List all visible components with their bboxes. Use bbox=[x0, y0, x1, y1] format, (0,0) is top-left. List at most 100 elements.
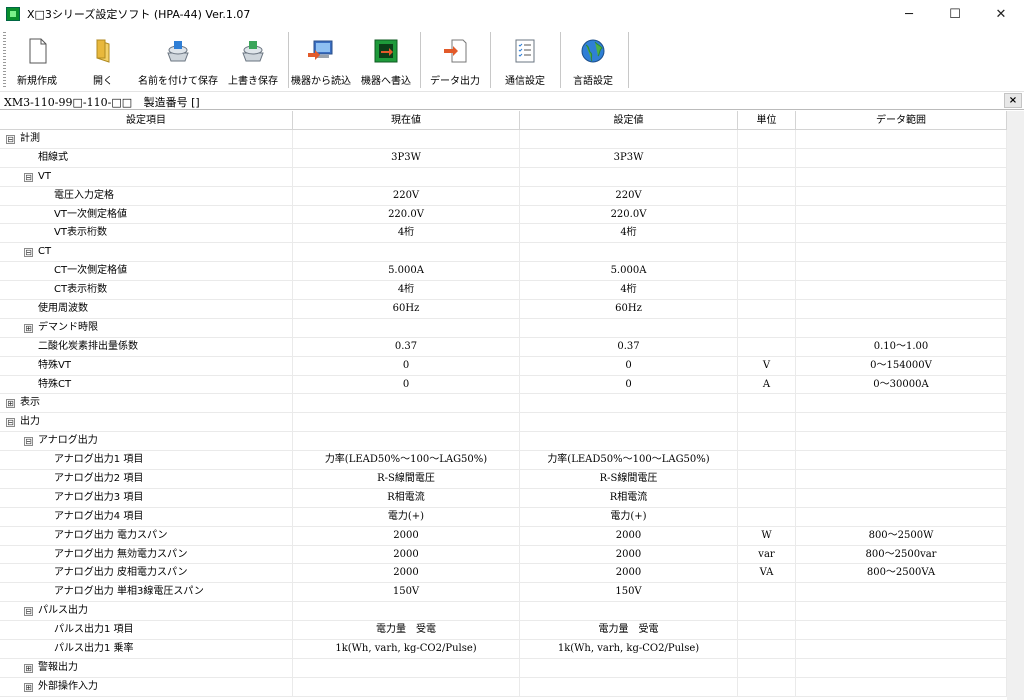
setting-name: 相線式 bbox=[38, 151, 68, 163]
setting-name-cell: 二酸化炭素排出量係数 bbox=[0, 337, 293, 356]
unit-cell: var bbox=[738, 545, 796, 564]
grid-row[interactable]: ⊟ 計測 bbox=[0, 130, 1024, 149]
collapse-icon[interactable]: ⊟ bbox=[24, 248, 33, 258]
grid-row[interactable]: VT表示桁数 4桁 4桁 bbox=[0, 224, 1024, 244]
grid-row[interactable]: VT一次側定格値 220.0V 220.0V bbox=[0, 205, 1024, 225]
setting-value-cell[interactable]: 4桁 bbox=[520, 281, 738, 300]
read-from-device-button[interactable]: 機器から読込 bbox=[290, 28, 352, 92]
setting-value-cell[interactable]: 5.000A bbox=[520, 262, 738, 281]
communication-settings-button[interactable]: 通信設定 bbox=[500, 28, 550, 92]
expand-icon[interactable]: ⊞ bbox=[24, 323, 33, 333]
setting-name-cell: パルス出力1 乗率 bbox=[0, 640, 293, 658]
setting-name-cell: ⊟ アナログ出力 bbox=[0, 432, 293, 451]
collapse-icon[interactable]: ⊟ bbox=[24, 437, 33, 447]
setting-value-cell[interactable]: 1k(Wh, varh, kg-CO2/Pulse) bbox=[520, 640, 738, 658]
grid-row[interactable]: ⊞ デマンド時限 bbox=[0, 318, 1024, 338]
grid-row[interactable]: ⊟ 出力 bbox=[0, 413, 1024, 433]
collapse-icon[interactable]: ⊟ bbox=[6, 418, 15, 428]
open-label: 開く bbox=[93, 76, 113, 87]
grid-row[interactable]: CT一次側定格値 5.000A 5.000A bbox=[0, 262, 1024, 282]
collapse-icon[interactable]: ⊟ bbox=[24, 172, 33, 182]
column-header-range[interactable]: データ範囲 bbox=[796, 111, 1007, 130]
new-button[interactable]: 新規作成 bbox=[14, 28, 60, 92]
grid-row[interactable]: ⊞ 外部操作入力 bbox=[0, 677, 1024, 697]
column-header-item[interactable]: 設定項目 bbox=[0, 111, 293, 130]
current-value-cell: 4桁 bbox=[293, 281, 520, 300]
device-close-button[interactable]: × bbox=[1004, 93, 1022, 108]
grid-row[interactable]: パルス出力1 項目 電力量 受電 電力量 受電 bbox=[0, 621, 1024, 641]
close-button[interactable]: ✕ bbox=[978, 0, 1024, 28]
setting-name: 使用周波数 bbox=[38, 303, 88, 315]
grid-row[interactable]: アナログ出力3 項目 R相電流 R相電流 bbox=[0, 488, 1024, 508]
setting-value-cell[interactable]: 60Hz bbox=[520, 300, 738, 318]
expand-icon[interactable]: ⊞ bbox=[24, 663, 33, 673]
grid-row[interactable]: パルス出力1 乗率 1k(Wh, varh, kg-CO2/Pulse) 1k(Wh… bbox=[0, 640, 1024, 659]
grid-row[interactable]: アナログ出力 電力スパン 2000 2000 W 800～2500W bbox=[0, 526, 1024, 546]
grid-row[interactable]: ⊞ 警報出力 bbox=[0, 658, 1024, 678]
unit-cell: W bbox=[738, 526, 796, 545]
grid-row[interactable]: アナログ出力 単相3線電圧スパン 150V 150V bbox=[0, 583, 1024, 603]
setting-name-cell: アナログ出力 電力スパン bbox=[0, 526, 293, 545]
setting-value-cell[interactable]: 3P3W bbox=[520, 148, 738, 167]
setting-value-cell[interactable]: 2000 bbox=[520, 545, 738, 564]
language-settings-button[interactable]: 言語設定 bbox=[568, 28, 618, 92]
grid-row[interactable]: 使用周波数 60Hz 60Hz bbox=[0, 300, 1024, 319]
minimize-button[interactable]: ─ bbox=[886, 0, 932, 28]
setting-value-cell[interactable]: 0.37 bbox=[520, 337, 738, 356]
grid-row[interactable]: アナログ出力1 項目 力率(LEAD50%～100～LAG50%) 力率(LEAD5… bbox=[0, 451, 1024, 471]
setting-value-cell[interactable]: 150V bbox=[520, 583, 738, 602]
data-range-cell bbox=[796, 243, 1007, 262]
grid-row[interactable]: 特殊CT 0 0 A 0～30000A bbox=[0, 375, 1024, 395]
save-as-button[interactable]: 名前を付けて保存 bbox=[138, 28, 218, 92]
setting-name-cell: ⊞ 警報出力 bbox=[0, 658, 293, 677]
grid-row[interactable]: ⊟ パルス出力 bbox=[0, 602, 1024, 622]
setting-value-cell[interactable]: 0 bbox=[520, 375, 738, 394]
setting-value-cell[interactable]: 電力量 受電 bbox=[520, 621, 738, 640]
setting-value-cell[interactable]: 220.0V bbox=[520, 205, 738, 224]
grid-row[interactable]: 相線式 3P3W 3P3W bbox=[0, 148, 1024, 168]
setting-value-cell bbox=[520, 318, 738, 337]
expand-icon[interactable]: ⊞ bbox=[6, 399, 15, 409]
grid-row[interactable]: アナログ出力 無効電力スパン 2000 2000 var 800～2500var bbox=[0, 545, 1024, 565]
setting-value-cell[interactable]: 電力(+) bbox=[520, 507, 738, 526]
grid-row[interactable]: CT表示桁数 4桁 4桁 bbox=[0, 281, 1024, 301]
vertical-scrollbar[interactable] bbox=[1007, 111, 1024, 700]
maximize-button[interactable]: ☐ bbox=[932, 0, 978, 28]
grid-row[interactable]: ⊟ CT bbox=[0, 243, 1024, 263]
grid-row[interactable]: ⊟ アナログ出力 bbox=[0, 432, 1024, 452]
setting-name-cell: アナログ出力1 項目 bbox=[0, 451, 293, 470]
collapse-icon[interactable]: ⊟ bbox=[6, 135, 15, 144]
setting-value-cell[interactable]: R相電流 bbox=[520, 488, 738, 507]
setting-value-cell[interactable]: 2000 bbox=[520, 564, 738, 583]
grid-row[interactable]: 特殊VT 0 0 V 0～154000V bbox=[0, 356, 1024, 376]
setting-value-cell[interactable]: 4桁 bbox=[520, 224, 738, 243]
grid-row[interactable]: 電圧入力定格 220V 220V bbox=[0, 186, 1024, 206]
grid-row[interactable]: ⊞ 表示 bbox=[0, 394, 1024, 414]
column-header-unit[interactable]: 単位 bbox=[738, 111, 796, 130]
setting-name-cell: アナログ出力 単相3線電圧スパン bbox=[0, 583, 293, 602]
setting-name-cell: CT一次側定格値 bbox=[0, 262, 293, 281]
data-export-button[interactable]: データ出力 bbox=[428, 28, 482, 92]
grid-row[interactable]: アナログ出力4 項目 電力(+) 電力(+) bbox=[0, 507, 1024, 527]
grid-row[interactable]: アナログ出力 皮相電力スパン 2000 2000 VA 800～2500VA bbox=[0, 564, 1024, 584]
collapse-icon[interactable]: ⊟ bbox=[24, 607, 33, 617]
toolbar-grip[interactable] bbox=[3, 32, 6, 88]
write-to-device-button[interactable]: 機器へ書込 bbox=[358, 28, 414, 92]
grid-row[interactable]: 二酸化炭素排出量係数 0.37 0.37 0.10～1.00 bbox=[0, 337, 1024, 357]
serial-number-label: 製造番号 [] bbox=[143, 96, 200, 109]
open-button[interactable]: 開く bbox=[80, 28, 126, 92]
data-range-cell bbox=[796, 130, 1007, 148]
column-header-current[interactable]: 現在値 bbox=[293, 111, 520, 130]
setting-value-cell[interactable]: 力率(LEAD50%～100～LAG50%) bbox=[520, 451, 738, 470]
setting-value-cell[interactable]: R-S線間電圧 bbox=[520, 470, 738, 488]
grid-row[interactable]: アナログ出力2 項目 R-S線間電圧 R-S線間電圧 bbox=[0, 470, 1024, 489]
setting-name-cell: パルス出力1 項目 bbox=[0, 621, 293, 640]
setting-value-cell[interactable]: 2000 bbox=[520, 526, 738, 545]
setting-value-cell[interactable]: 0 bbox=[520, 356, 738, 375]
expand-icon[interactable]: ⊞ bbox=[24, 682, 33, 692]
overwrite-save-button[interactable]: 上書き保存 bbox=[226, 28, 280, 92]
grid-row[interactable]: ⊟ VT bbox=[0, 167, 1024, 187]
setting-value-cell[interactable]: 220V bbox=[520, 186, 738, 205]
toolbar-separator bbox=[560, 32, 561, 88]
column-header-setting[interactable]: 設定値 bbox=[520, 111, 738, 130]
